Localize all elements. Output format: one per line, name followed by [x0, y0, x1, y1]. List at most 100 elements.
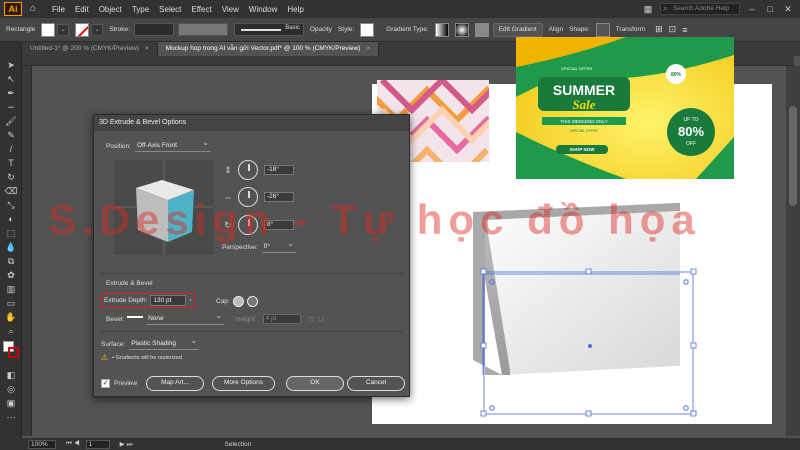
- type-tool-icon[interactable]: T: [0, 156, 22, 170]
- color-mode-icon[interactable]: ◧: [0, 368, 22, 382]
- more-tools-icon[interactable]: ⋯: [0, 410, 22, 424]
- free-transform-icon[interactable]: ⬚: [0, 226, 22, 240]
- edit-gradient-button[interactable]: Edit Gradient: [492, 22, 543, 37]
- transform-label[interactable]: Transform: [616, 26, 645, 33]
- shape-properties-button[interactable]: [595, 22, 610, 37]
- draw-mode-icon[interactable]: ◎: [0, 382, 22, 396]
- close-icon[interactable]: ✕: [782, 3, 794, 15]
- menu-view[interactable]: View: [222, 5, 239, 14]
- linear-gradient-button[interactable]: [434, 22, 449, 37]
- cap-on-button[interactable]: [232, 296, 244, 307]
- symbol-sprayer-icon[interactable]: ✿: [0, 268, 22, 282]
- rotate-x-dial[interactable]: [238, 160, 258, 180]
- depth-slider-arrow-icon[interactable]: ›: [189, 297, 191, 304]
- menu-edit[interactable]: Edit: [75, 5, 89, 14]
- artboard-nav-next-icon[interactable]: ▶⏭: [120, 440, 135, 449]
- eraser-tool-icon[interactable]: ⌫: [0, 184, 22, 198]
- stroke-weight-field[interactable]: [133, 23, 174, 36]
- cap-off-button[interactable]: [246, 296, 258, 307]
- isolate-icon[interactable]: ⊡: [669, 24, 677, 35]
- status-bar: 100% ⏮◀ 1 ▶⏭ Selection: [0, 438, 800, 450]
- rotate-y-field[interactable]: -26°: [264, 192, 294, 202]
- variable-width-field[interactable]: [177, 23, 228, 36]
- scroll-thumb[interactable]: [789, 106, 797, 206]
- tab-label: Mockup hop trong AI vẫn gửi Vector.pdf* …: [165, 45, 361, 52]
- vertical-scrollbar[interactable]: [786, 66, 800, 436]
- zoom-tool-icon[interactable]: ⌕: [0, 324, 22, 338]
- arrange-icon[interactable]: ▦: [642, 3, 654, 15]
- shape-builder-icon[interactable]: ◐: [0, 212, 22, 226]
- fill-swatch[interactable]: [41, 22, 56, 37]
- pencil-tool-icon[interactable]: ✎: [0, 128, 22, 142]
- selection-bounding-box[interactable]: [480, 268, 700, 420]
- height-field[interactable]: 4 pt: [262, 314, 301, 324]
- brush-preview[interactable]: Basic: [233, 23, 304, 36]
- tab-mockup[interactable]: Mockup hop trong AI vẫn gửi Vector.pdf* …: [157, 42, 380, 56]
- style-swatch[interactable]: [360, 22, 375, 37]
- menu-window[interactable]: Window: [249, 5, 277, 14]
- bevel-dropdown[interactable]: None: [146, 311, 225, 325]
- vertical-ruler[interactable]: [22, 66, 32, 436]
- surface-dropdown[interactable]: Plastic Shading: [129, 336, 200, 350]
- graph-tool-icon[interactable]: ▥: [0, 282, 22, 296]
- more-options-button[interactable]: More Options: [212, 376, 275, 391]
- selection-tool-icon[interactable]: ➤: [0, 58, 22, 72]
- cancel-button[interactable]: Cancel: [347, 376, 405, 391]
- direct-selection-icon[interactable]: ↖: [0, 72, 22, 86]
- line-tool-icon[interactable]: /: [0, 142, 22, 156]
- hand-tool-icon[interactable]: ✋: [0, 310, 22, 324]
- cube-preview[interactable]: [114, 160, 214, 255]
- rotate-z-field[interactable]: 8°: [264, 220, 294, 230]
- pen-tool-icon[interactable]: ✒: [0, 86, 22, 100]
- menu-help[interactable]: Help: [287, 5, 303, 14]
- help-search-input[interactable]: Search Adobe Help: [660, 3, 740, 15]
- shape-label[interactable]: Shape:: [569, 26, 590, 33]
- maximize-icon[interactable]: □: [764, 3, 776, 15]
- perspective-field[interactable]: 0°: [261, 239, 296, 253]
- artboard-tool-icon[interactable]: ▭: [0, 296, 22, 310]
- artboard-nav-prev-icon[interactable]: ⏮◀: [66, 440, 82, 448]
- fill-stroke-widget[interactable]: [0, 338, 22, 368]
- ok-button[interactable]: OK: [286, 376, 344, 391]
- eyedropper-icon[interactable]: 💧: [0, 240, 22, 254]
- panel-menu-icon[interactable]: ≡: [682, 25, 687, 35]
- tab-untitled[interactable]: Untitled-1* @ 200 % (CMYK/Preview) ×: [22, 42, 158, 56]
- close-tab-icon[interactable]: ×: [145, 45, 149, 52]
- freeform-gradient-button[interactable]: [474, 22, 489, 37]
- stroke-color-dropdown[interactable]: ⌄: [91, 23, 104, 36]
- tool-name: Rectangle: [6, 26, 36, 33]
- rotate-y-dial[interactable]: [238, 187, 258, 207]
- fill-dropdown[interactable]: ⌄: [57, 23, 70, 36]
- summer-sale-artwork[interactable]: SPECIAL OFFER SUMMER Sale THIS WEEKEND O…: [516, 37, 734, 179]
- radial-gradient-button[interactable]: [454, 22, 469, 37]
- transform-icon[interactable]: ⊞: [655, 24, 663, 35]
- map-art-button[interactable]: Map Art...: [146, 376, 204, 391]
- position-dropdown[interactable]: Off-Axis Front: [134, 138, 211, 152]
- close-tab-icon[interactable]: ×: [366, 45, 370, 52]
- menu-type[interactable]: Type: [132, 5, 149, 14]
- align-label[interactable]: Align: [549, 26, 563, 33]
- minimize-icon[interactable]: –: [746, 3, 758, 15]
- blend-tool-icon[interactable]: ⧉: [0, 254, 22, 268]
- menu-file[interactable]: File: [52, 5, 65, 14]
- menu-select[interactable]: Select: [159, 5, 181, 14]
- artboard-number-field[interactable]: 1: [85, 439, 110, 449]
- bevel-out-icon[interactable]: ⊓: [309, 315, 315, 324]
- rotate-tool-icon[interactable]: ↻: [0, 170, 22, 184]
- menu-effect[interactable]: Effect: [191, 5, 211, 14]
- stroke-color-box[interactable]: [8, 347, 19, 358]
- scale-tool-icon[interactable]: ⤡: [0, 198, 22, 212]
- rotate-z-dial[interactable]: [238, 215, 258, 235]
- preview-checkbox[interactable]: ✓: [101, 379, 110, 388]
- curvature-tool-icon[interactable]: ∽: [0, 100, 22, 114]
- paintbrush-tool-icon[interactable]: 🖌: [0, 114, 22, 128]
- extrude-depth-field[interactable]: 130 pt: [150, 295, 187, 306]
- stroke-swatch[interactable]: [75, 22, 90, 37]
- home-icon[interactable]: ⌂: [30, 4, 42, 14]
- opacity-label[interactable]: Opacity: [310, 26, 332, 33]
- screen-mode-icon[interactable]: ▣: [0, 396, 22, 410]
- rotate-x-field[interactable]: -18°: [264, 165, 294, 175]
- bevel-in-icon[interactable]: ⊔: [318, 315, 324, 324]
- menu-object[interactable]: Object: [99, 5, 122, 14]
- zoom-field[interactable]: 100%: [28, 439, 56, 449]
